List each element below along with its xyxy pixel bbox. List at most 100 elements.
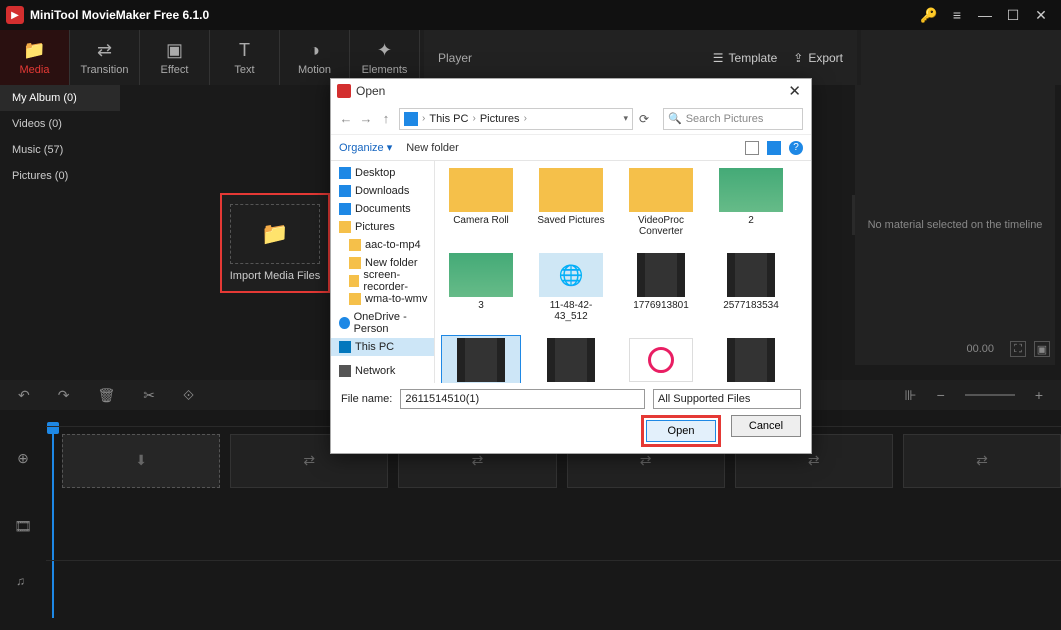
clip-slot[interactable]: ⬇ xyxy=(62,434,220,488)
tree-item[interactable]: Pictures xyxy=(331,218,434,236)
player-bar: Player ☰Template ⇪Export xyxy=(424,30,857,85)
export-button[interactable]: ⇪Export xyxy=(793,51,843,65)
swap-icon: ⇄ xyxy=(472,452,484,469)
file-item[interactable]: 2 xyxy=(711,165,791,240)
file-item-selected[interactable]: 2611514510(1) xyxy=(441,335,521,383)
search-input[interactable]: 🔍 Search Pictures xyxy=(663,108,803,130)
file-item[interactable]: 1776913801 xyxy=(621,250,701,325)
file-list: Camera Roll Saved Pictures VideoProc Con… xyxy=(435,161,811,383)
sidebar-item-videos[interactable]: Videos (0) xyxy=(0,111,120,137)
back-button[interactable]: ← xyxy=(339,111,353,126)
open-button[interactable]: Open xyxy=(646,420,716,442)
export-icon: ⇪ xyxy=(793,51,803,65)
open-button-highlight: Open xyxy=(641,415,721,447)
file-item[interactable]: Saved Pictures xyxy=(531,165,611,240)
key-icon[interactable]: 🔑 xyxy=(915,4,943,26)
dialog-nav: ← → ↑ › This PC › Pictures › ▾ ⟳ 🔍 Searc… xyxy=(331,103,811,135)
template-button[interactable]: ☰Template xyxy=(713,51,777,65)
tree-item[interactable]: Desktop xyxy=(331,164,434,182)
zoom-in-icon[interactable]: + xyxy=(1035,387,1043,403)
file-item[interactable]: 🌐11-48-42-43_512 xyxy=(531,250,611,325)
tab-media[interactable]: 📁Media xyxy=(0,30,70,85)
track-headers: ⊕ 🎞 xyxy=(0,424,46,564)
pc-icon xyxy=(404,112,418,126)
audio-track[interactable]: ♫ xyxy=(46,560,1061,600)
sparkle-icon: ✦ xyxy=(377,40,392,61)
tab-elements[interactable]: ✦Elements xyxy=(350,30,420,85)
right-panel-header xyxy=(861,30,1061,85)
tree-item[interactable]: Documents xyxy=(331,200,434,218)
tab-motion[interactable]: ◑Motion xyxy=(280,30,350,85)
close-button[interactable]: ✕ xyxy=(1027,4,1055,26)
refresh-button[interactable]: ⟳ xyxy=(639,112,657,126)
maximize-button[interactable]: ☐ xyxy=(999,4,1027,26)
transition-icon: ⇄ xyxy=(97,40,112,61)
effect-icon: ▣ xyxy=(166,40,183,61)
help-icon[interactable]: ? xyxy=(789,141,803,155)
zoom-preset-icon[interactable]: ⊪ xyxy=(904,387,916,404)
tree-item[interactable]: screen-recorder- xyxy=(331,272,434,290)
fullscreen-icon[interactable]: ⛶ xyxy=(1010,341,1026,357)
location-bar[interactable]: › This PC › Pictures › ▾ xyxy=(399,108,633,130)
file-item[interactable]: Lion - 158980 xyxy=(711,335,791,383)
tree-item-thispc[interactable]: This PC xyxy=(331,338,434,356)
filename-label: File name: xyxy=(341,393,392,405)
zoom-out-icon[interactable]: − xyxy=(937,387,945,403)
new-folder-button[interactable]: New folder xyxy=(406,142,459,154)
download-icon: ⬇ xyxy=(135,452,147,469)
app-title: MiniTool MovieMaker Free 6.1.0 xyxy=(30,8,915,22)
view-icon[interactable] xyxy=(767,141,781,155)
chevron-down-icon[interactable]: ▾ xyxy=(623,113,628,124)
add-track-button[interactable]: ⊕ xyxy=(0,424,46,492)
file-item[interactable]: 2611514510 xyxy=(531,335,611,383)
tree-item[interactable]: aac-to-mp4 xyxy=(331,236,434,254)
import-media-button[interactable]: 📁 Import Media Files xyxy=(220,193,330,293)
tree-item[interactable]: Network xyxy=(331,362,434,380)
minimize-button[interactable]: — xyxy=(971,4,999,26)
dialog-body: Desktop Downloads Documents Pictures aac… xyxy=(331,161,811,383)
delete-button[interactable]: 🗑 xyxy=(97,387,115,404)
tree-item[interactable]: wma-to-wmv xyxy=(331,290,434,308)
tab-transition[interactable]: ⇄Transition xyxy=(70,30,140,85)
swap-icon: ⇄ xyxy=(808,452,820,469)
redo-button[interactable]: ↷ xyxy=(58,387,70,404)
snapshot-icon[interactable]: ▣ xyxy=(1034,341,1050,357)
dialog-toolbar: Organize ▾ New folder ? xyxy=(331,135,811,161)
view-icon[interactable] xyxy=(745,141,759,155)
menu-icon[interactable]: ≡ xyxy=(943,4,971,26)
cancel-button[interactable]: Cancel xyxy=(731,415,801,437)
sidebar-item-music[interactable]: Music (57) xyxy=(0,137,120,163)
sidebar-item-myalbum[interactable]: My Album (0) xyxy=(0,85,120,111)
dialog-titlebar: Open ✕ xyxy=(331,79,811,103)
forward-button[interactable]: → xyxy=(359,111,373,126)
clip-slot[interactable]: ⇄ xyxy=(903,434,1061,488)
titlebar: ▶ MiniTool MovieMaker Free 6.1.0 🔑 ≡ — ☐… xyxy=(0,0,1061,30)
open-file-dialog: Open ✕ ← → ↑ › This PC › Pictures › ▾ ⟳ … xyxy=(330,78,812,454)
tab-effect[interactable]: ▣Effect xyxy=(140,30,210,85)
video-track-icon: 🎞 xyxy=(0,492,46,560)
file-item[interactable]: leva-eternity-149473 (1) xyxy=(621,335,701,383)
tree-item[interactable]: OneDrive - Person xyxy=(331,314,434,332)
tree-item[interactable]: Downloads xyxy=(331,182,434,200)
cut-button[interactable]: ✂ xyxy=(143,387,155,404)
swap-icon: ⇄ xyxy=(976,452,988,469)
undo-button[interactable]: ↶ xyxy=(18,387,30,404)
media-sidebar: My Album (0) Videos (0) Music (57) Pictu… xyxy=(0,85,120,365)
file-item[interactable]: Camera Roll xyxy=(441,165,521,240)
crop-button[interactable]: ⟐ xyxy=(183,387,194,404)
zoom-slider[interactable] xyxy=(965,394,1015,396)
swap-icon: ⇄ xyxy=(303,452,315,469)
file-type-filter[interactable]: All Supported Files xyxy=(653,389,801,409)
dialog-title: Open xyxy=(356,84,784,98)
file-item[interactable]: 2577183534 xyxy=(711,250,791,325)
filename-input[interactable]: 2611514510(1) xyxy=(400,389,645,409)
tab-text[interactable]: TText xyxy=(210,30,280,85)
organize-menu[interactable]: Organize ▾ xyxy=(339,141,392,154)
file-item[interactable]: 3 xyxy=(441,250,521,325)
file-item[interactable]: VideoProc Converter xyxy=(621,165,701,240)
dialog-close-button[interactable]: ✕ xyxy=(784,82,805,100)
motion-icon: ◑ xyxy=(309,40,320,61)
swap-icon: ⇄ xyxy=(640,452,652,469)
up-button[interactable]: ↑ xyxy=(379,111,393,126)
sidebar-item-pictures[interactable]: Pictures (0) xyxy=(0,163,120,189)
